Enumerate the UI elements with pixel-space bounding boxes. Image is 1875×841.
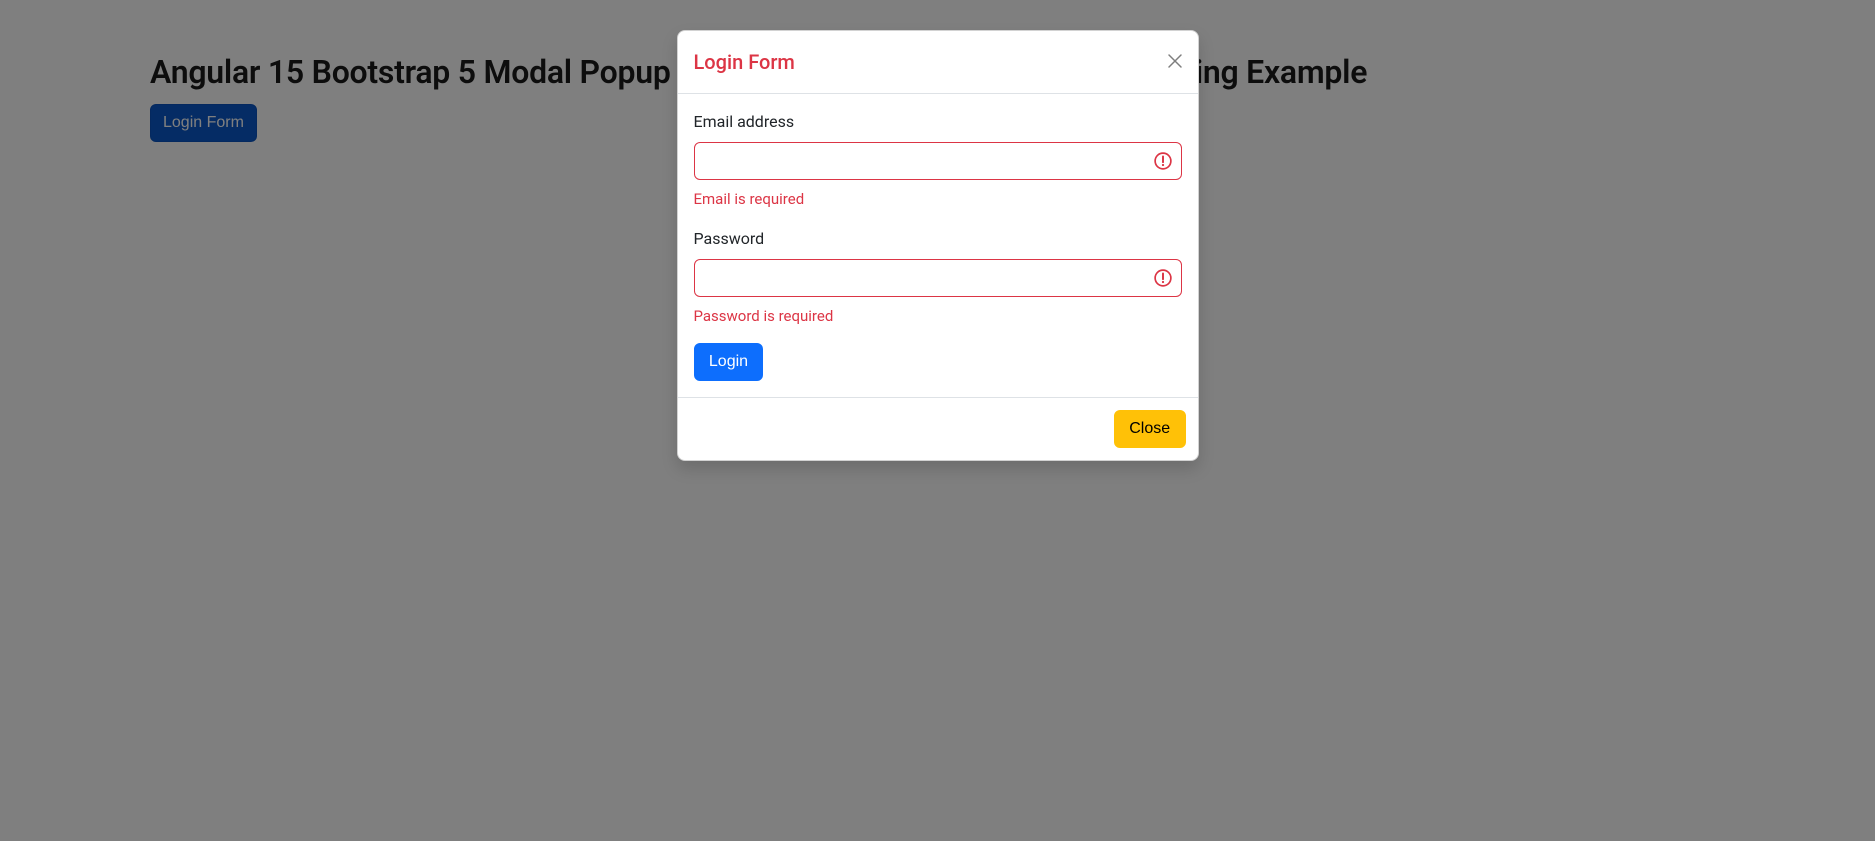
email-label: Email address (694, 110, 1182, 134)
modal-header: Login Form (678, 31, 1198, 94)
modal-title: Login Form (694, 47, 795, 77)
password-group: Password Password is required (694, 227, 1182, 328)
modal-body: Email address Email is required Password (678, 94, 1198, 397)
email-error: Email is required (694, 188, 1182, 211)
password-input-wrap (694, 259, 1182, 297)
login-modal: Login Form Email address (677, 30, 1199, 461)
email-group: Email address Email is required (694, 110, 1182, 211)
login-form: Email address Email is required Password (694, 110, 1182, 381)
close-icon (1167, 53, 1183, 72)
password-error: Password is required (694, 305, 1182, 328)
password-field[interactable] (694, 259, 1182, 297)
modal-close-x-button[interactable] (1168, 55, 1181, 68)
email-field[interactable] (694, 142, 1182, 180)
modal-footer: Close (678, 397, 1198, 460)
password-label: Password (694, 227, 1182, 251)
email-input-wrap (694, 142, 1182, 180)
close-button[interactable]: Close (1114, 410, 1186, 448)
login-button[interactable]: Login (694, 343, 764, 381)
